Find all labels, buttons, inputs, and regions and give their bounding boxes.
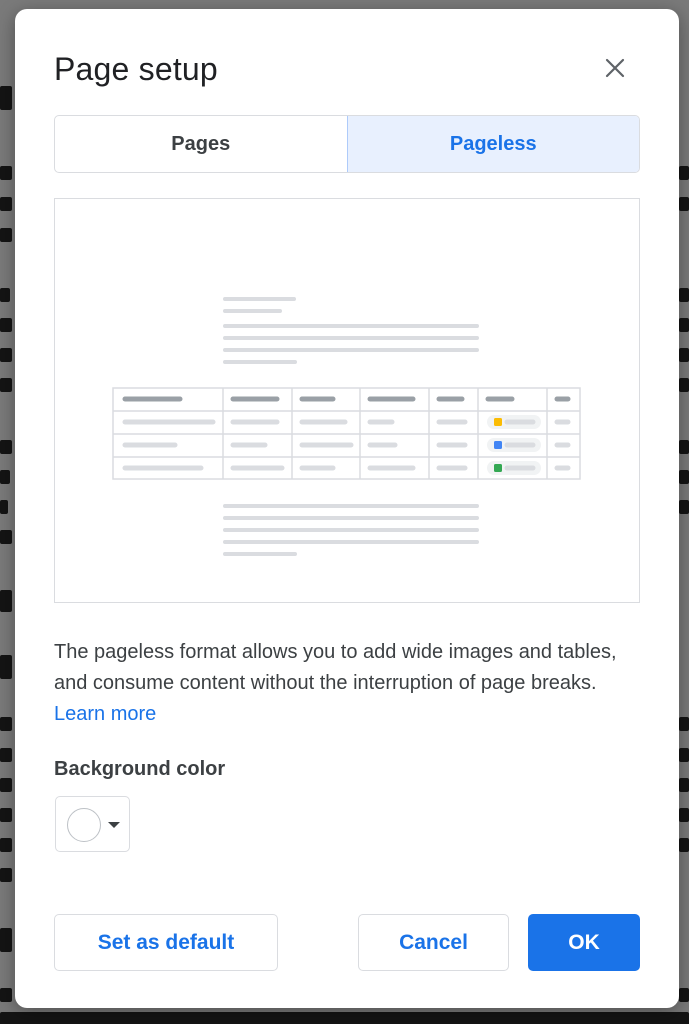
set-as-default-button[interactable]: Set as default [54,914,278,971]
page-setup-dialog: Page setup Pages Pageless The pageless f… [15,9,679,1008]
background-color-label: Background color [54,758,226,780]
pageless-preview [54,198,640,603]
color-swatch [67,808,101,842]
pageless-description: The pageless format allows you to add wi… [54,637,640,730]
cancel-button[interactable]: Cancel [358,914,509,971]
dropdown-arrow-icon [108,822,120,828]
status-chips [487,415,541,475]
status-chip-green [494,464,502,472]
format-tabs: Pages Pageless [54,115,640,173]
description-text: The pageless format allows you to add wi… [54,641,617,694]
dialog-title: Page setup [54,51,218,87]
illustration-table [112,387,581,480]
status-chip-blue [494,441,502,449]
learn-more-link[interactable]: Learn more [54,703,156,725]
ok-button[interactable]: OK [528,914,640,971]
pageless-illustration [112,297,581,556]
close-icon [605,58,625,78]
tab-pages[interactable]: Pages [55,116,347,172]
status-chip-yellow [494,418,502,426]
close-button[interactable] [598,51,632,85]
tab-pageless[interactable]: Pageless [346,116,639,172]
background-color-picker[interactable] [55,796,130,852]
